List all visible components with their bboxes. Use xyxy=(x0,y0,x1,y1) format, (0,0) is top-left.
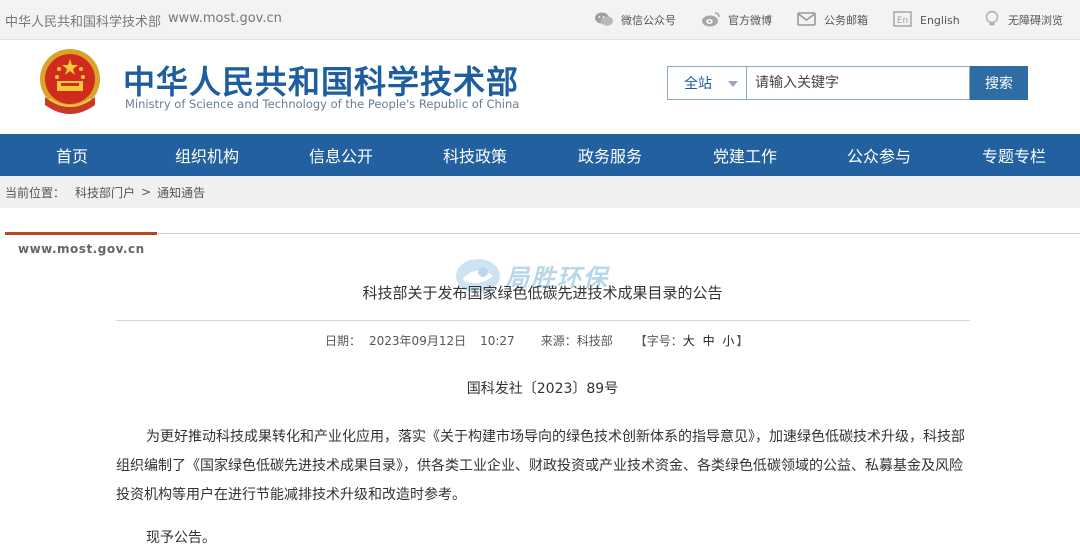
svg-text:En: En xyxy=(897,16,908,26)
breadcrumb-item-portal[interactable]: 科技部门户 xyxy=(75,184,135,201)
article-container: www.most.gov.cn 局胜环保 科技部关于发布国家绿色低碳先进技术成果… xyxy=(5,208,1080,559)
chevron-down-icon xyxy=(728,81,738,87)
en-icon: En xyxy=(893,10,913,30)
article-title: 科技部关于发布国家绿色低碳先进技术成果目录的公告 xyxy=(362,284,723,302)
english-link[interactable]: En English xyxy=(893,9,960,31)
mail-link[interactable]: 公务邮箱 xyxy=(797,9,868,31)
national-emblem-icon[interactable] xyxy=(37,47,103,119)
nav-item-home[interactable]: 首页 xyxy=(36,134,108,176)
nav-item-policy[interactable]: 科技政策 xyxy=(433,134,517,176)
site-name[interactable]: 中华人民共和国科学技术部 xyxy=(5,11,161,30)
breadcrumb-prefix: 当前位置： xyxy=(5,185,66,200)
publish-date: 2023年09月12日 xyxy=(369,334,467,348)
font-size-label: 【字号： xyxy=(634,334,683,348)
nav-item-public[interactable]: 公众参与 xyxy=(837,134,921,176)
accessibility-link[interactable]: 无障碍浏览 xyxy=(983,9,1063,31)
wechat-link[interactable]: 微信公众号 xyxy=(594,9,676,31)
bulb-icon xyxy=(983,10,1001,31)
publish-time: 10:27 xyxy=(480,333,515,348)
search-scope-value: 全站 xyxy=(684,76,712,92)
font-size-selector[interactable]: 大 中 小 xyxy=(683,332,737,349)
top-utility-bar: 中华人民共和国科学技术部 www.most.gov.cn 微信公众号 官方微博 … xyxy=(0,0,1080,40)
source-value: 科技部 xyxy=(576,334,613,348)
accent-bar xyxy=(5,232,157,235)
ministry-title-en: Ministry of Science and Technology of th… xyxy=(125,97,520,111)
search-scope-select[interactable]: 全站 xyxy=(667,66,746,100)
breadcrumb-item-notices[interactable]: 通知通告 xyxy=(157,184,205,201)
breadcrumb-separator: > xyxy=(141,185,152,199)
article-paragraph-closing: 现予公告。 xyxy=(146,530,216,546)
mail-label: 公务邮箱 xyxy=(824,14,868,27)
wechat-label: 微信公众号 xyxy=(621,14,676,27)
main-nav: 首页 组织机构 信息公开 科技政策 政务服务 党建工作 公众参与 专题专栏 xyxy=(0,134,1080,176)
date-label: 日期： xyxy=(325,334,362,348)
article-meta: 日期： 2023年09月12日 10:27 来源： 科技部 【字号： 大 中 小… xyxy=(325,332,748,349)
font-size-close: 】 xyxy=(736,334,749,348)
weibo-icon xyxy=(701,11,721,30)
wechat-icon xyxy=(594,11,614,30)
watermark-domain: www.most.gov.cn xyxy=(18,242,145,256)
breadcrumb: 当前位置： 科技部门户 > 通知通告 xyxy=(0,176,1080,208)
source-label: 来源： xyxy=(540,334,577,348)
search-button[interactable]: 搜索 xyxy=(970,66,1028,100)
divider xyxy=(157,233,1080,234)
site-domain[interactable]: www.most.gov.cn xyxy=(168,11,282,26)
weibo-label: 官方微博 xyxy=(728,14,772,27)
accessibility-label: 无障碍浏览 xyxy=(1008,14,1063,27)
nav-item-services[interactable]: 政务服务 xyxy=(568,134,652,176)
article-paragraph: 为更好推动科技成果转化和产业化应用，落实《关于构建市场导向的绿色技术创新体系的指… xyxy=(116,429,965,503)
nav-item-special[interactable]: 专题专栏 xyxy=(972,134,1056,176)
nav-item-organization[interactable]: 组织机构 xyxy=(165,134,249,176)
document-number: 国科发社〔2023〕89号 xyxy=(466,381,619,397)
mail-icon xyxy=(797,11,817,30)
english-label: English xyxy=(920,13,960,27)
weibo-link[interactable]: 官方微博 xyxy=(701,9,772,31)
title-divider xyxy=(116,320,970,321)
site-header: 中华人民共和国科学技术部 Ministry of Science and Tec… xyxy=(0,40,1080,134)
nav-item-info-disclosure[interactable]: 信息公开 xyxy=(299,134,383,176)
search-input[interactable] xyxy=(746,66,970,100)
nav-item-party[interactable]: 党建工作 xyxy=(703,134,787,176)
